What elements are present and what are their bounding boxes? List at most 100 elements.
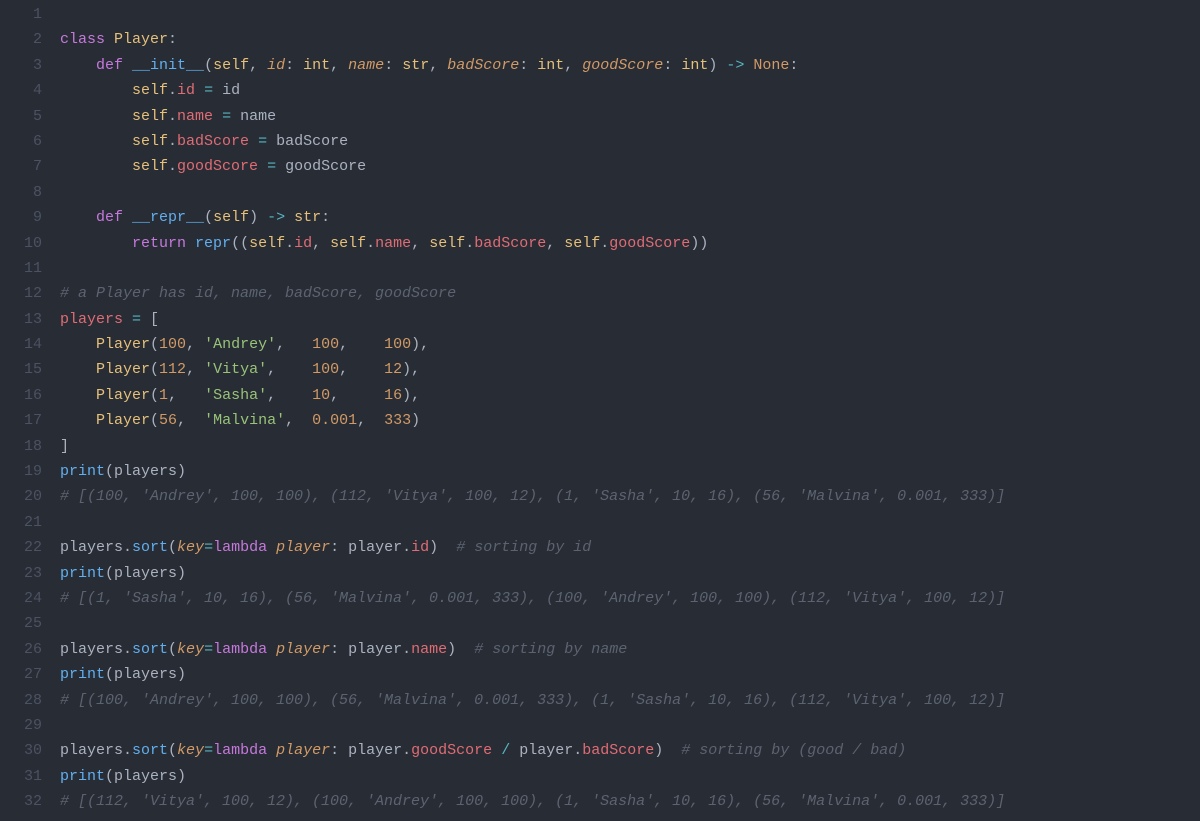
- code-line[interactable]: [60, 713, 1200, 738]
- code-line[interactable]: self.badScore = badScore: [60, 129, 1200, 154]
- token-p: ,: [186, 336, 204, 353]
- code-line[interactable]: players.sort(key=lambda player: player.n…: [60, 637, 1200, 662]
- code-line[interactable]: Player(1, 'Sasha', 10, 16),: [60, 383, 1200, 408]
- code-line[interactable]: # [(1, 'Sasha', 10, 16), (56, 'Malvina',…: [60, 586, 1200, 611]
- token-p: [195, 82, 204, 99]
- token-op: =: [204, 539, 213, 556]
- token-p: :: [330, 742, 348, 759]
- token-fn: __init__: [132, 57, 204, 74]
- token-p: [285, 209, 294, 226]
- token-p: .: [600, 235, 609, 252]
- line-number: 30: [0, 738, 42, 763]
- code-line[interactable]: [60, 256, 1200, 281]
- token-p: badScore: [276, 133, 348, 150]
- token-op: ->: [726, 57, 744, 74]
- code-line[interactable]: [60, 510, 1200, 535]
- token-fn: repr: [195, 235, 231, 252]
- code-line[interactable]: # [(100, 'Andrey', 100, 100), (56, 'Malv…: [60, 688, 1200, 713]
- line-number: 24: [0, 586, 42, 611]
- line-number: 15: [0, 357, 42, 382]
- token-p: :: [168, 31, 177, 48]
- code-line[interactable]: players.sort(key=lambda player: player.g…: [60, 738, 1200, 763]
- code-line[interactable]: Player(112, 'Vitya', 100, 12),: [60, 357, 1200, 382]
- line-number: 25: [0, 611, 42, 636]
- token-self: self: [132, 158, 168, 175]
- token-par: name: [348, 57, 384, 74]
- token-p: ,: [267, 387, 312, 404]
- token-p: (: [168, 539, 177, 556]
- line-number: 14: [0, 332, 42, 357]
- token-self: self: [213, 57, 249, 74]
- token-p: [510, 742, 519, 759]
- token-cls: str: [294, 209, 321, 226]
- code-line[interactable]: players.sort(key=lambda player: player.i…: [60, 535, 1200, 560]
- line-number: 6: [0, 129, 42, 154]
- token-p: players.: [60, 539, 132, 556]
- line-number: 22: [0, 535, 42, 560]
- token-p: [267, 133, 276, 150]
- code-line[interactable]: # [(100, 'Andrey', 100, 100), (112, 'Vit…: [60, 484, 1200, 509]
- token-p: [: [141, 311, 159, 328]
- token-cls: Player: [96, 387, 150, 404]
- token-c: # a Player has id, name, badScore, goodS…: [60, 285, 456, 302]
- token-p: [60, 133, 132, 150]
- line-number: 4: [0, 78, 42, 103]
- token-p: (: [105, 768, 114, 785]
- code-line[interactable]: ]: [60, 434, 1200, 459]
- code-line[interactable]: # [(112, 'Vitya', 100, 12), (100, 'Andre…: [60, 789, 1200, 814]
- token-s: 'Sasha': [204, 387, 267, 404]
- code-line[interactable]: print(players): [60, 662, 1200, 687]
- token-par: key: [177, 742, 204, 759]
- token-p: [267, 641, 276, 658]
- token-cls: int: [303, 57, 330, 74]
- code-line[interactable]: self.name = name: [60, 104, 1200, 129]
- line-number: 3: [0, 53, 42, 78]
- token-p: (: [105, 463, 114, 480]
- token-attr: name: [177, 108, 213, 125]
- token-cls: Player: [96, 361, 150, 378]
- code-line[interactable]: print(players): [60, 764, 1200, 789]
- code-line[interactable]: class Player:: [60, 27, 1200, 52]
- token-p: :: [663, 57, 681, 74]
- code-line[interactable]: [60, 180, 1200, 205]
- code-line[interactable]: players = [: [60, 307, 1200, 332]
- token-n: 100: [384, 336, 411, 353]
- token-p: ,: [564, 57, 582, 74]
- token-op: =: [204, 82, 213, 99]
- token-var: players: [60, 311, 123, 328]
- token-op: =: [204, 742, 213, 759]
- code-line[interactable]: return repr((self.id, self.name, self.ba…: [60, 231, 1200, 256]
- code-line[interactable]: print(players): [60, 561, 1200, 586]
- token-c: # sorting by id: [456, 539, 591, 556]
- token-p: ,: [330, 387, 384, 404]
- token-n: 100: [159, 336, 186, 353]
- code-line[interactable]: def __repr__(self) -> str:: [60, 205, 1200, 230]
- code-line[interactable]: Player(56, 'Malvina', 0.001, 333): [60, 408, 1200, 433]
- token-k: lambda: [213, 641, 267, 658]
- line-number: 12: [0, 281, 42, 306]
- code-editor[interactable]: 1234567891011121314151617181920212223242…: [0, 0, 1200, 821]
- token-self: self: [132, 108, 168, 125]
- token-p: :: [321, 209, 330, 226]
- token-p: player.: [348, 742, 411, 759]
- token-p: players: [114, 768, 177, 785]
- token-par: player: [276, 539, 330, 556]
- token-p: [267, 742, 276, 759]
- code-line[interactable]: self.goodScore = goodScore: [60, 154, 1200, 179]
- code-line[interactable]: def __init__(self, id: int, name: str, b…: [60, 53, 1200, 78]
- code-line[interactable]: [60, 2, 1200, 27]
- token-c: # [(100, 'Andrey', 100, 100), (56, 'Malv…: [60, 692, 1005, 709]
- code-area[interactable]: class Player: def __init__(self, id: int…: [60, 2, 1200, 821]
- token-p: (: [150, 387, 159, 404]
- token-p: players: [114, 565, 177, 582]
- code-line[interactable]: # a Player has id, name, badScore, goodS…: [60, 281, 1200, 306]
- code-line[interactable]: [60, 611, 1200, 636]
- token-self: self: [429, 235, 465, 252]
- code-line[interactable]: print(players): [60, 459, 1200, 484]
- line-number: 26: [0, 637, 42, 662]
- token-p: :: [285, 57, 303, 74]
- code-line[interactable]: self.id = id: [60, 78, 1200, 103]
- line-number: 20: [0, 484, 42, 509]
- token-p: [60, 209, 96, 226]
- code-line[interactable]: Player(100, 'Andrey', 100, 100),: [60, 332, 1200, 357]
